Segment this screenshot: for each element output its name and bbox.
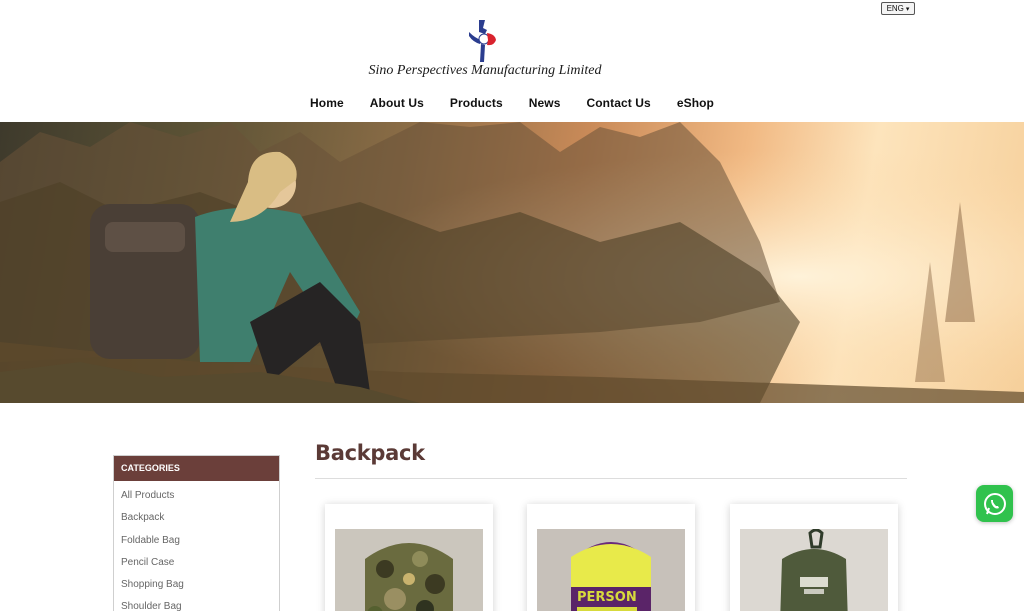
title-divider [315, 478, 907, 479]
category-shoulder-bag[interactable]: Shoulder Bag [114, 596, 279, 611]
category-shopping-bag[interactable]: Shopping Bag [114, 574, 279, 596]
nav-eshop[interactable]: eShop [664, 96, 727, 110]
product-image[interactable] [335, 529, 483, 611]
language-select[interactable]: ENG ▾ [881, 2, 915, 15]
category-pencil-case[interactable]: Pencil Case [114, 552, 279, 574]
product-card[interactable]: PERSON [527, 504, 695, 611]
company-logo[interactable] [465, 18, 499, 64]
category-all-products[interactable]: All Products [114, 485, 279, 507]
nav-contact-us[interactable]: Contact Us [573, 96, 663, 110]
nav-products[interactable]: Products [437, 96, 516, 110]
categories-heading: CATEGORIES [114, 456, 279, 481]
category-foldable-bag[interactable]: Foldable Bag [114, 530, 279, 552]
nav-about-us[interactable]: About Us [357, 96, 437, 110]
product-print-text: PERSON [577, 590, 637, 605]
page-title: Backpack [315, 441, 425, 465]
chevron-down-icon: ▾ [905, 5, 910, 13]
nav-home[interactable]: Home [297, 96, 357, 110]
whatsapp-icon [983, 492, 1006, 515]
categories-list: All Products Backpack Foldable Bag Penci… [114, 481, 279, 611]
whatsapp-button[interactable] [976, 485, 1013, 522]
category-backpack[interactable]: Backpack [114, 507, 279, 529]
hero-illustration [0, 122, 1024, 403]
product-image[interactable]: PERSON [537, 529, 685, 611]
categories-panel: CATEGORIES All Products Backpack Foldabl… [113, 455, 280, 611]
language-value: ENG [886, 4, 904, 13]
product-image[interactable] [740, 529, 888, 611]
product-card[interactable] [730, 504, 898, 611]
nav-news[interactable]: News [516, 96, 574, 110]
company-name: Sino Perspectives Manufacturing Limited [368, 63, 602, 78]
main-nav: Home About Us Products News Contact Us e… [0, 96, 1024, 110]
product-card[interactable] [325, 504, 493, 611]
hero-banner [0, 122, 1024, 403]
